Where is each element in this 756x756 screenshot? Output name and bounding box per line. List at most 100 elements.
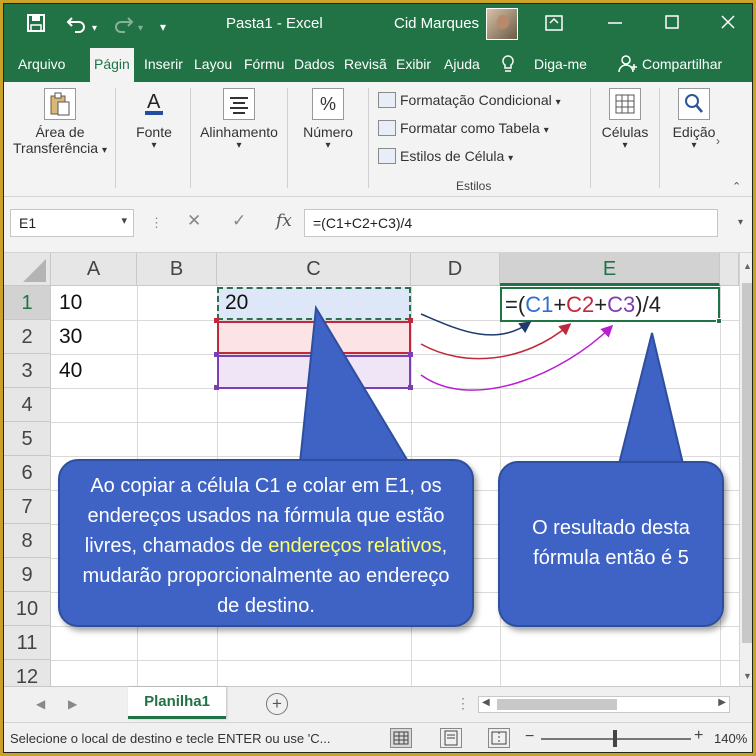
insert-function-icon[interactable]: fx [276,211,292,231]
formula-bar-grip-icon: ⋮ [150,215,163,230]
page-layout-view-icon[interactable] [440,728,462,748]
cell-styles-icon [378,148,396,164]
cancel-icon[interactable]: ✕ [187,211,201,231]
conditional-formatting-label: Formatação Condicional [400,92,552,108]
lightbulb-icon[interactable] [500,54,516,79]
format-as-table-label: Formatar como Tabela [400,120,540,136]
user-name[interactable]: Cid Marques [394,15,479,32]
font-color-icon: A [138,88,170,120]
cell-styles-label: Estilos de Célula [400,148,505,164]
tab-dados[interactable]: Dados [294,56,334,72]
alignment-group[interactable]: Alinhamento ▾ [194,82,284,151]
conditional-formatting-icon [378,92,396,108]
normal-view-icon[interactable] [390,728,412,748]
customize-toolbar-icon[interactable]: ▾ [160,17,166,37]
name-box-value: E1 [19,215,37,231]
font-group[interactable]: A Fonte ▾ [120,82,188,151]
redo-dropdown-icon[interactable]: ▾ [138,19,143,39]
close-icon[interactable] [720,13,736,37]
worksheet-grid[interactable]: A B C D E 1 2 3 4 5 6 7 8 9 10 11 12 10 … [4,253,739,686]
clipboard-label-2: Transferência [13,140,99,156]
title-bar: ▾ ▾ ▾ Pasta1 - Excel Cid Marques [4,4,752,44]
sheet-tab-planilha1[interactable]: Planilha1 [128,687,226,719]
align-icon [223,88,255,120]
cells-dropdown-icon: ▾ [622,140,628,151]
ribbon-separator [368,88,369,188]
undo-dropdown-icon[interactable]: ▾ [92,19,97,39]
scroll-right-icon[interactable]: ▶ [718,697,726,708]
number-group[interactable]: % Número ▾ [294,82,362,151]
font-dropdown-icon: ▾ [151,140,157,151]
styles-group-label: Estilos [456,179,492,193]
zoom-in-icon[interactable]: + [694,727,703,745]
ribbon-separator [287,88,288,188]
conditional-formatting-button[interactable]: Formatação Condicional ▾ [378,92,561,108]
tab-pagina-inicial[interactable]: Págin [90,48,134,82]
format-as-table-dropdown-icon: ▾ [543,125,549,136]
callout-relative-references: Ao copiar a célula C1 e colar em E1, os … [58,459,474,627]
share-user-icon[interactable] [618,54,638,77]
editing-group[interactable]: Edição ▾ [664,82,724,151]
tab-exibir[interactable]: Exibir [396,56,431,72]
tab-formulas[interactable]: Fórmu [244,56,284,72]
enter-icon[interactable]: ✓ [232,211,246,231]
percent-icon: % [312,88,344,120]
window-title: Pasta1 - Excel [226,15,323,32]
minimize-icon[interactable] [607,13,623,37]
cell-styles-dropdown-icon: ▾ [508,153,514,164]
vertical-scrollbar[interactable]: ▲ ▼ [739,253,752,686]
editing-label: Edição [672,124,716,140]
cells-group[interactable]: Células ▾ [594,82,656,151]
maximize-icon[interactable] [664,13,680,37]
zoom-out-icon[interactable]: − [525,728,534,746]
scroll-left-icon[interactable]: ◀ [482,697,490,708]
status-bar: Selecione o local de destino e tecle ENT… [4,722,752,752]
avatar[interactable] [486,8,518,40]
tab-inserir[interactable]: Inserir [144,56,183,72]
paste-icon [44,88,76,120]
tab-split-grip-icon[interactable]: ⋮ [456,695,470,712]
scroll-up-icon[interactable]: ▲ [743,261,752,271]
horizontal-scrollbar[interactable]: ◀ ▶ [478,696,730,713]
tab-revisao[interactable]: Revisã [344,56,387,72]
ribbon-scroll-right-icon[interactable]: › [716,134,720,148]
callout-result: O resultado desta fórmula então é 5 [498,461,724,627]
page-break-view-icon[interactable] [488,728,510,748]
ribbon-display-options-icon[interactable] [544,13,564,37]
format-as-table-icon [378,120,396,136]
expand-formula-bar-icon[interactable]: ▾ [738,217,743,228]
share-button[interactable]: Compartilhar [642,56,722,72]
formula-bar: E1 ▾ ⋮ ✕ ✓ fx =(C1+C2+C3)/4 ▾ [4,197,752,253]
alignment-label: Alinhamento [200,124,278,140]
ribbon: Área de Transferência ▾ A Fonte ▾ Alinha… [4,82,752,197]
undo-icon[interactable] [66,13,88,37]
callout-left-highlight: endereços relativos [268,535,442,557]
sheet-prev-icon[interactable]: ◀ [36,697,45,711]
conditional-formatting-dropdown-icon: ▾ [555,97,561,108]
horizontal-scroll-thumb[interactable] [497,699,617,710]
save-icon[interactable] [26,13,46,37]
font-label: Fonte [136,124,172,140]
cell-styles-button[interactable]: Estilos de Célula ▾ [378,148,513,164]
formula-input[interactable]: =(C1+C2+C3)/4 [304,209,718,237]
ribbon-separator [590,88,591,188]
collapse-ribbon-icon[interactable]: ⌃ [732,180,741,193]
zoom-level[interactable]: 140% [714,731,747,746]
zoom-slider-thumb[interactable] [613,730,617,747]
ribbon-tabs: Arquivo Págin Inserir Layou Fórmu Dados … [4,44,752,82]
name-box-dropdown-icon[interactable]: ▾ [121,214,127,227]
format-as-table-button[interactable]: Formatar como Tabela ▾ [378,120,549,136]
vertical-scroll-thumb[interactable] [742,283,752,643]
add-sheet-icon[interactable]: + [266,693,288,715]
scroll-down-icon[interactable]: ▼ [743,671,752,681]
clipboard-group[interactable]: Área de Transferência ▾ [10,82,110,156]
tab-layout[interactable]: Layou [194,56,232,72]
tab-arquivo[interactable]: Arquivo [18,56,65,72]
clipboard-dropdown-icon: ▾ [101,145,107,156]
tell-me-input[interactable]: Diga-me [534,56,587,72]
tab-ajuda[interactable]: Ajuda [444,56,480,72]
sheet-next-icon[interactable]: ▶ [68,697,77,711]
name-box[interactable]: E1 ▾ [10,209,134,237]
find-icon [678,88,710,120]
redo-icon[interactable] [112,13,134,37]
